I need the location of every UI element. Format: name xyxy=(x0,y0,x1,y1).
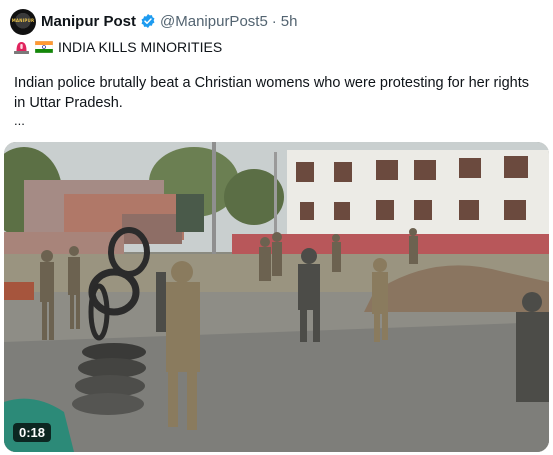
show-more-ellipsis[interactable]: ... xyxy=(14,113,25,128)
headline-text: INDIA KILLS MINORITIES xyxy=(58,39,223,55)
handle[interactable]: @ManipurPost5 xyxy=(160,13,268,30)
video-player[interactable]: 0:18 xyxy=(4,142,549,452)
video-duration-badge: 0:18 xyxy=(13,423,52,442)
video-frame xyxy=(4,142,549,452)
avatar-logo-icon: MANIPUR xyxy=(11,18,35,23)
display-name[interactable]: Manipur Post xyxy=(41,13,136,30)
tweet-text: Indian police brutally beat a Christian … xyxy=(14,75,530,111)
timestamp[interactable]: 5h xyxy=(281,13,298,30)
separator-dot: · xyxy=(271,12,277,30)
tweet-header: Manipur Post @ManipurPost5 · 5h xyxy=(41,11,297,31)
headline-line: INDIA KILLS MINORITIES xyxy=(14,37,222,57)
india-flag-icon xyxy=(35,41,53,53)
police-siren-icon xyxy=(14,41,29,54)
avatar[interactable]: MANIPUR xyxy=(10,9,36,35)
verified-badge-icon xyxy=(141,14,155,28)
